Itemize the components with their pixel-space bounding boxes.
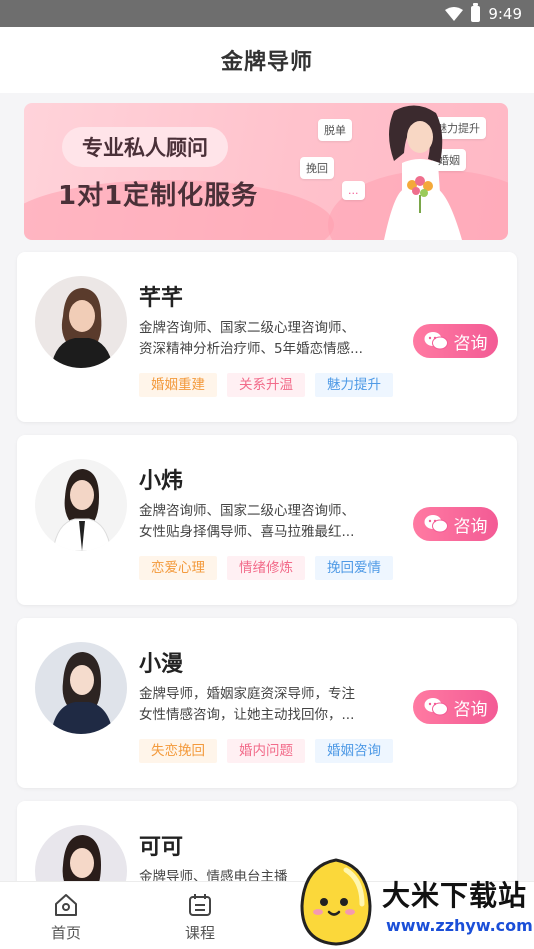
status-bar: 9:49 (0, 0, 534, 27)
banner-subline: 1对1定制化服务 (58, 181, 259, 211)
mentor-description: 金牌咨询师、国家二级心理咨询师、 女性贴身择偶导师、喜马拉雅最红... (139, 501, 389, 543)
mentor-tags: 恋爱心理 情绪修炼 挽回爱情 (139, 556, 393, 580)
mentor-description-line: 金牌导师，婚姻家庭资深导师，专注 (139, 686, 355, 702)
mentor-description-line: 金牌咨询师、国家二级心理咨询师、 (139, 320, 355, 336)
mentor-description-line: 女性情感咨询，让她主动找回你，... (139, 707, 355, 723)
tab-home[interactable]: 首页 (36, 892, 96, 943)
consult-label: 咨询 (453, 699, 488, 720)
mentor-tag: 恋爱心理 (139, 556, 217, 580)
banner-bubble: 脱单 (318, 119, 352, 141)
consult-label: 咨询 (453, 516, 488, 537)
mentor-name: 小漫 (139, 652, 184, 677)
rice-mascot-logo (300, 858, 372, 946)
wifi-icon (445, 6, 464, 21)
banner-bubble: 挽回 (300, 157, 334, 179)
mentor-tag: 挽回爱情 (315, 556, 393, 580)
mentor-card[interactable]: 芊芊 金牌咨询师、国家二级心理咨询师、 资深精神分析治疗师、5年婚恋情感... … (17, 252, 517, 422)
mentor-tags: 失恋挽回 婚内问题 婚姻咨询 (139, 739, 393, 763)
wechat-icon (424, 332, 448, 350)
mentor-card[interactable]: 小漫 金牌导师，婚姻家庭资深导师，专注 女性情感咨询，让她主动找回你，... 失… (17, 618, 517, 788)
mentor-description: 金牌咨询师、国家二级心理咨询师、 资深精神分析治疗师、5年婚恋情感... (139, 318, 389, 360)
mentor-tag: 关系升温 (227, 373, 305, 397)
mentor-tag: 魅力提升 (315, 373, 393, 397)
mentor-tags: 婚姻重建 关系升温 魅力提升 (139, 373, 393, 397)
tab-course-label: 课程 (184, 924, 215, 942)
home-icon (55, 894, 77, 916)
site-watermark: 大米下载站 www.zzhyw.com (296, 850, 534, 949)
calendar-icon (189, 894, 211, 916)
mentor-tag: 婚姻重建 (139, 373, 217, 397)
page-title: 金牌导师 (220, 50, 313, 75)
wechat-icon (424, 515, 448, 533)
mentor-card[interactable]: 小炜 金牌咨询师、国家二级心理咨询师、 女性贴身择偶导师、喜马拉雅最红... 恋… (17, 435, 517, 605)
mentor-name: 芊芊 (139, 286, 184, 311)
mentor-description-line: 女性贴身择偶导师、喜马拉雅最红... (139, 524, 355, 540)
battery-icon (471, 2, 481, 22)
tab-home-label: 首页 (50, 924, 81, 942)
mentor-avatar (35, 642, 127, 734)
mentor-name: 小炜 (139, 469, 184, 494)
mentor-name: 可可 (139, 835, 184, 860)
watermark-text: 大米下载站 (382, 879, 528, 912)
mentor-description-line: 金牌咨询师、国家二级心理咨询师、 (139, 503, 355, 519)
consult-button[interactable]: 咨询 (413, 690, 498, 724)
header-bar: 金牌导师 (0, 27, 534, 93)
mentor-description-line: 资深精神分析治疗师、5年婚恋情感... (139, 341, 363, 357)
watermark-url: www.zzhyw.com (386, 916, 533, 935)
bride-illustration (384, 105, 462, 240)
mentor-tag: 失恋挽回 (139, 739, 217, 763)
promo-banner[interactable]: 专业私人顾问 1对1定制化服务 脱单 魅力提升 挽回 婚姻 ... (24, 103, 508, 240)
mentor-avatar (35, 276, 127, 368)
mentor-description: 金牌导师，婚姻家庭资深导师，专注 女性情感咨询，让她主动找回你，... (139, 684, 389, 726)
banner-headline: 专业私人顾问 (62, 127, 228, 167)
wechat-icon (424, 698, 448, 716)
mentor-avatar (35, 459, 127, 551)
consult-button[interactable]: 咨询 (413, 324, 498, 358)
mentor-tag: 情绪修炼 (227, 556, 305, 580)
consult-label: 咨询 (453, 333, 488, 354)
tab-course[interactable]: 课程 (170, 892, 230, 943)
mentor-tag: 婚姻咨询 (315, 739, 393, 763)
status-time: 9:49 (488, 4, 522, 23)
mentor-tag: 婚内问题 (227, 739, 305, 763)
consult-button[interactable]: 咨询 (413, 507, 498, 541)
